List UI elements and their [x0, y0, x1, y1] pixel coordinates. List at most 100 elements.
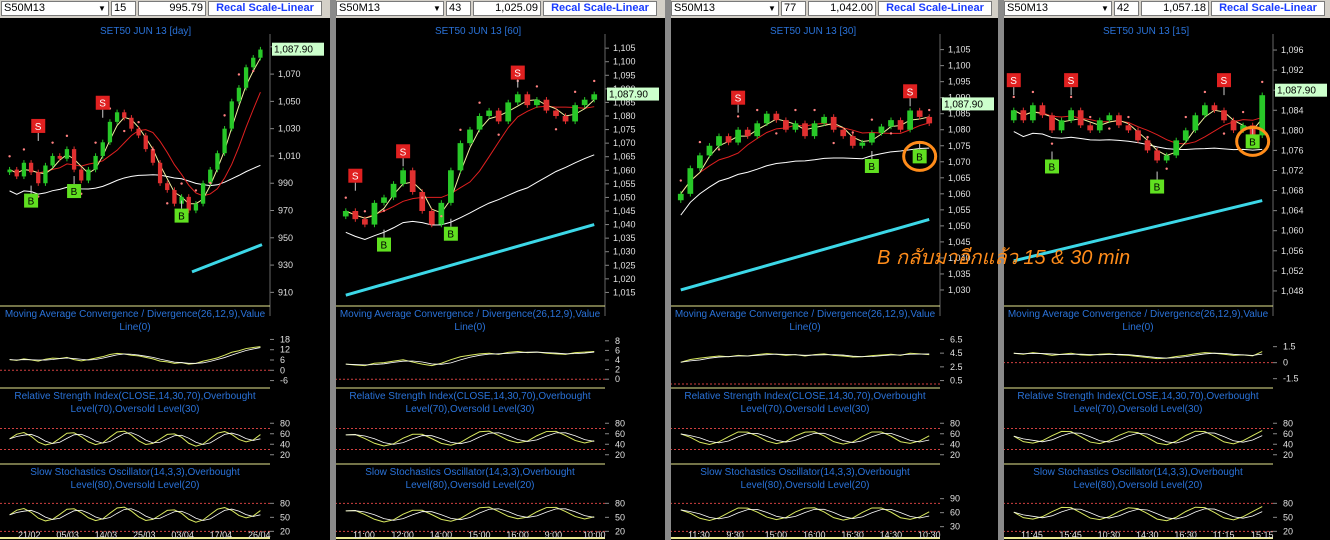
candle [859, 142, 866, 146]
symbol-select[interactable]: S50M13 ▼ [1004, 1, 1112, 16]
sar-dot [573, 90, 577, 94]
sell-signal-label: S [907, 87, 914, 98]
candle [79, 169, 84, 181]
sar-dot [180, 182, 183, 185]
candle [486, 110, 492, 116]
candle [342, 211, 349, 217]
sar-dot [459, 128, 462, 132]
candle [1116, 115, 1122, 126]
sar-dot [478, 101, 481, 104]
price-tick-label: 1,075 [613, 125, 636, 135]
interval-field[interactable]: 77 [781, 1, 806, 16]
sar-dot [421, 196, 424, 199]
candle [1010, 110, 1017, 121]
candle [916, 110, 923, 117]
sar-dot [8, 155, 11, 158]
recal-scale-button[interactable]: Recal Scale-Linear [543, 1, 657, 16]
interval-field[interactable]: 15 [111, 1, 136, 16]
candle [1135, 130, 1141, 141]
symbol-select[interactable]: S50M13 ▼ [336, 1, 444, 16]
macd-line [1013, 351, 1263, 360]
sar-dot [554, 128, 558, 131]
price-tick-label: 1,050 [278, 96, 301, 106]
sell-signal-label: S [400, 147, 407, 158]
price-tick-label: 1,045 [613, 206, 636, 216]
sar-dot [775, 132, 778, 135]
candle [1230, 120, 1237, 131]
sell-signal-label: S [1010, 76, 1017, 87]
candle [122, 112, 127, 118]
ma-slow-line [345, 154, 595, 241]
chevron-down-icon[interactable]: ▼ [767, 3, 777, 14]
chevron-down-icon[interactable]: ▼ [432, 3, 442, 14]
symbol-value: S50M13 [339, 2, 380, 14]
time-tick-label: 15:15 [1251, 530, 1274, 540]
candle [725, 136, 732, 143]
interval-field[interactable]: 43 [446, 1, 471, 16]
candle [716, 136, 722, 146]
candle [783, 120, 789, 130]
price-tick-label: 950 [278, 233, 293, 243]
candle [773, 113, 780, 121]
candle [581, 99, 588, 106]
time-tick-label: 11:00 [353, 530, 375, 540]
candle [143, 135, 148, 150]
candle [1202, 105, 1208, 116]
sar-dot [1203, 90, 1207, 94]
stoch-line [345, 506, 595, 523]
chart-toolbar: S50M13 ▼ 77 1,042.00 Recal Scale-Linear [670, 0, 1000, 18]
candle [744, 129, 751, 137]
price-tick-label: 1,105 [948, 45, 971, 55]
price-tick-label: 1,020 [613, 274, 636, 284]
chevron-down-icon[interactable]: ▼ [1100, 3, 1110, 14]
macd-line [345, 350, 595, 367]
panel-divider[interactable] [330, 0, 336, 540]
candle [457, 143, 464, 171]
candle [157, 162, 163, 184]
price-tick-label: 1,070 [948, 157, 971, 167]
sar-dot [679, 179, 682, 182]
sar-dot [1165, 167, 1168, 170]
candle [1221, 110, 1227, 121]
stoch-signal-line [680, 508, 930, 520]
time-tick-label: 21/02 [18, 530, 41, 540]
chart-panel-2: S50M13 ▼ 43 1,025.09 Recal Scale-Linear SE… [335, 0, 665, 540]
chevron-down-icon[interactable]: ▼ [97, 3, 107, 14]
sar-dot [813, 108, 816, 112]
rsi-tick-label: 40 [1283, 439, 1293, 449]
candle [1039, 105, 1046, 116]
price-tick-label: 1,030 [278, 124, 301, 134]
price-tick-label: 1,095 [948, 77, 971, 87]
rsi-tick-label: 80 [1283, 418, 1293, 428]
stoch-tick-label: 90 [950, 494, 960, 504]
rsi-tick-label: 80 [950, 418, 960, 428]
sar-dot [870, 118, 874, 121]
price-tick-label: 1,080 [1281, 125, 1304, 135]
price-tick-label: 1,070 [278, 69, 301, 79]
candle [572, 105, 578, 122]
panel-divider[interactable] [665, 0, 671, 540]
candle [409, 170, 416, 192]
candle [215, 153, 220, 170]
candle [14, 169, 19, 177]
recal-scale-button[interactable]: Recal Scale-Linear [1211, 1, 1325, 16]
sell-signal-label: S [99, 99, 106, 110]
sar-dot [22, 148, 26, 151]
sar-dot [237, 73, 241, 76]
stoch-tick-label: 50 [615, 512, 625, 522]
symbol-select[interactable]: S50M13 ▼ [671, 1, 779, 16]
candle [1163, 155, 1170, 161]
recal-scale-button[interactable]: Recal Scale-Linear [208, 1, 322, 16]
symbol-select[interactable]: S50M13 ▼ [1, 1, 109, 16]
sar-dot [1069, 95, 1073, 99]
recal-scale-button[interactable]: Recal Scale-Linear [878, 1, 992, 16]
price-readout: 1,057.18 [1141, 1, 1209, 16]
price-tick-label: 1,040 [613, 220, 636, 230]
time-tick-label: 15:00 [765, 530, 788, 540]
rsi-tick-label: 80 [280, 418, 290, 428]
rsi-tick-label: 60 [950, 429, 960, 439]
price-tick-label: 1,100 [948, 61, 971, 71]
price-tick-label: 1,096 [1281, 45, 1304, 55]
interval-field[interactable]: 42 [1114, 1, 1139, 16]
candle [71, 149, 77, 170]
